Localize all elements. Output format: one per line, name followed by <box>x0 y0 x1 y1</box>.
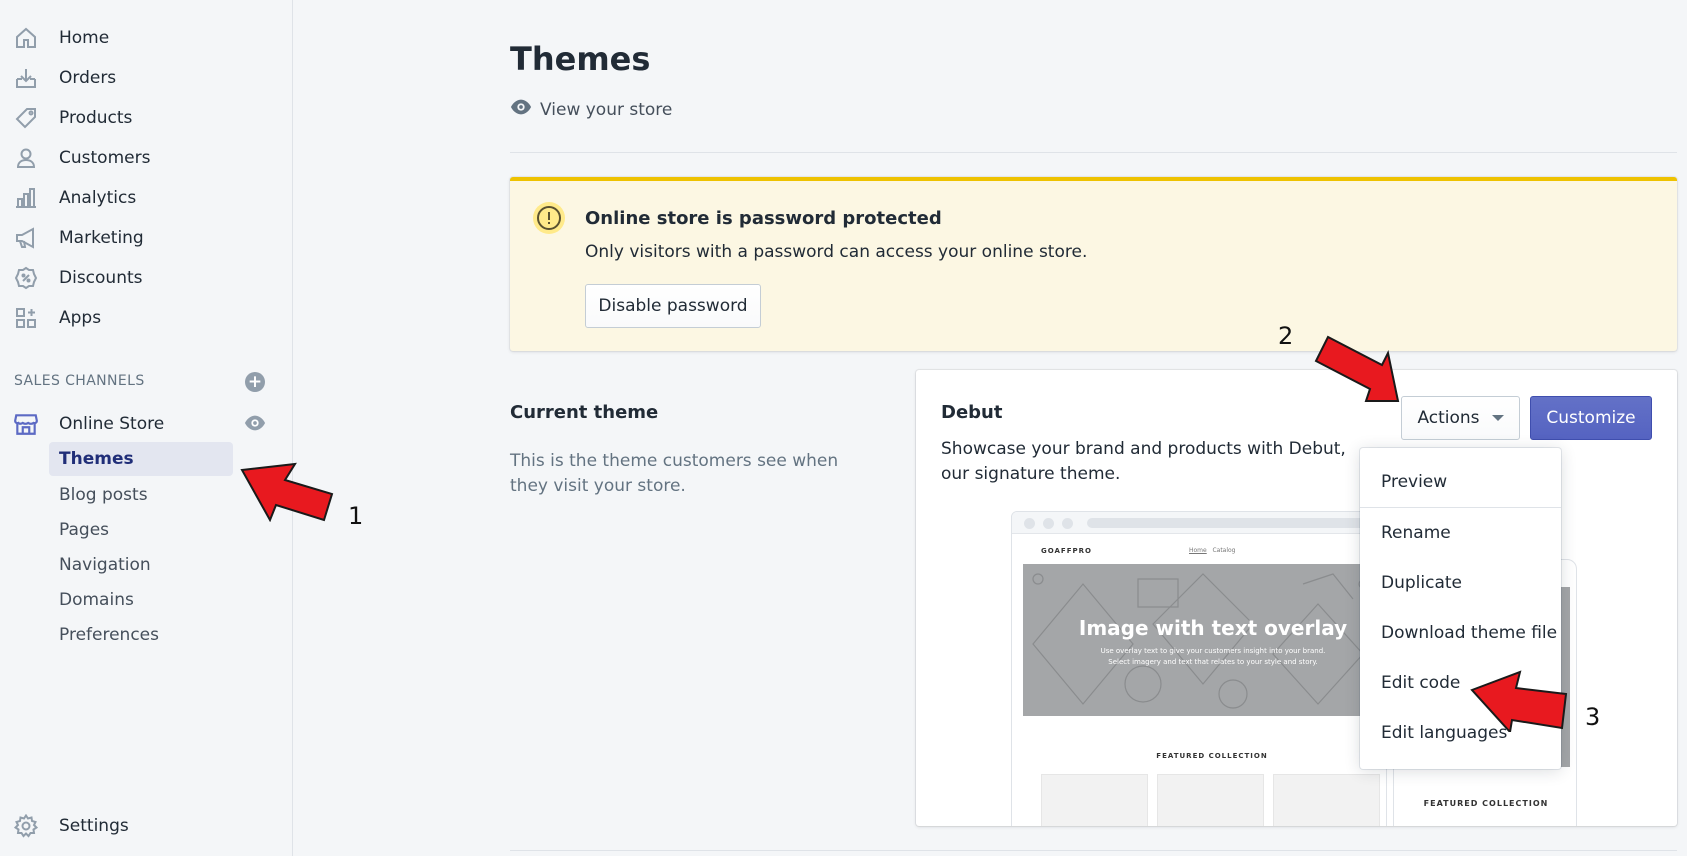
sales-channels-heading: SALES CHANNELS <box>14 373 145 389</box>
nav-label: Customers <box>59 148 151 168</box>
preview-hero-title: Image with text overlay <box>1078 616 1348 640</box>
menu-divider <box>1360 507 1561 508</box>
actions-button[interactable]: Actions <box>1401 396 1520 440</box>
current-theme-description: This is the theme customers see when the… <box>510 451 839 496</box>
store-icon <box>13 411 39 437</box>
nav-label: Settings <box>59 816 129 836</box>
preview-product-card <box>1157 774 1264 826</box>
preview-featured-collection: FEATURED COLLECTION <box>1156 752 1268 760</box>
current-theme-heading: Current theme <box>510 402 659 423</box>
preview-product-card <box>1273 774 1380 826</box>
menu-item-preview[interactable]: Preview <box>1381 472 1447 492</box>
sub-item-pages[interactable]: Pages <box>59 520 109 540</box>
eye-icon <box>510 99 540 120</box>
preview-hero-subtitle: Use overlay text to give your customers … <box>1100 647 1326 666</box>
nav-label: Online Store <box>59 414 165 434</box>
nav-label: Analytics <box>59 188 137 208</box>
step-number-1: 1 <box>348 502 364 530</box>
arrow-annotation-2 <box>1314 335 1400 402</box>
customize-button[interactable]: Customize <box>1530 396 1652 440</box>
alert-icon <box>533 202 565 234</box>
banner-text: Only visitors with a password can access… <box>585 242 1088 262</box>
home-icon <box>13 25 39 51</box>
preview-hero: Image with text overlay Use overlay text… <box>1023 564 1377 716</box>
nav-label: Products <box>59 108 133 128</box>
sub-item-themes[interactable]: Themes <box>59 449 134 469</box>
page-title: Themes <box>510 40 651 78</box>
megaphone-icon <box>13 225 39 251</box>
eye-icon[interactable] <box>244 414 266 432</box>
add-sales-channel-icon[interactable]: + <box>245 372 265 392</box>
browser-bar <box>1012 512 1386 534</box>
mobile-featured-collection: FEATURED COLLECTION <box>1423 799 1549 808</box>
tag-icon <box>13 105 39 131</box>
nav-label: Apps <box>59 308 102 328</box>
theme-preview-desktop: GOAFFPRO Home Catalog Image with text ov… <box>1011 511 1387 826</box>
sub-item-domains[interactable]: Domains <box>59 590 134 610</box>
discount-icon <box>13 265 39 291</box>
menu-item-download-theme-file[interactable]: Download theme file <box>1381 623 1557 643</box>
arrow-annotation-1 <box>240 462 334 522</box>
orders-icon <box>13 65 39 91</box>
person-icon <box>13 145 39 171</box>
divider <box>510 152 1677 153</box>
menu-item-duplicate[interactable]: Duplicate <box>1381 573 1462 593</box>
preview-product-card <box>1041 774 1148 826</box>
preview-nav: Home Catalog <box>1189 547 1236 554</box>
theme-name: Debut <box>941 402 1003 423</box>
arrow-annotation-3 <box>1470 670 1568 732</box>
divider <box>510 850 1677 851</box>
sub-item-navigation[interactable]: Navigation <box>59 555 151 575</box>
password-banner: Online store is password protected Only … <box>510 177 1677 351</box>
gear-icon <box>13 813 39 839</box>
nav-label: Marketing <box>59 228 144 248</box>
view-store-label: View your store <box>540 99 673 120</box>
caret-down-icon <box>1491 415 1504 421</box>
banner-title: Online store is password protected <box>585 208 942 229</box>
nav-label: Home <box>59 28 110 48</box>
bar-chart-icon <box>13 185 39 211</box>
menu-item-rename[interactable]: Rename <box>1381 523 1451 543</box>
preview-brand: GOAFFPRO <box>1041 547 1092 555</box>
nav-label: Orders <box>59 68 117 88</box>
hero-pattern <box>1032 573 1368 709</box>
actions-label: Actions <box>1417 408 1480 428</box>
theme-description: Showcase your brand and products with De… <box>941 439 1346 484</box>
view-store-link[interactable]: View your store <box>510 99 672 120</box>
sub-item-blog-posts[interactable]: Blog posts <box>59 485 148 505</box>
nav-label: Discounts <box>59 268 143 288</box>
disable-password-button[interactable]: Disable password <box>585 284 761 328</box>
sub-item-preferences[interactable]: Preferences <box>59 625 159 645</box>
step-number-3: 3 <box>1585 703 1601 731</box>
step-number-2: 2 <box>1278 322 1294 350</box>
menu-item-edit-code[interactable]: Edit code <box>1381 673 1460 693</box>
theme-card: Debut Showcase your brand and products w… <box>916 370 1677 826</box>
apps-icon <box>13 305 39 331</box>
sidebar: Home Orders Products Customers Analytics… <box>0 0 293 856</box>
